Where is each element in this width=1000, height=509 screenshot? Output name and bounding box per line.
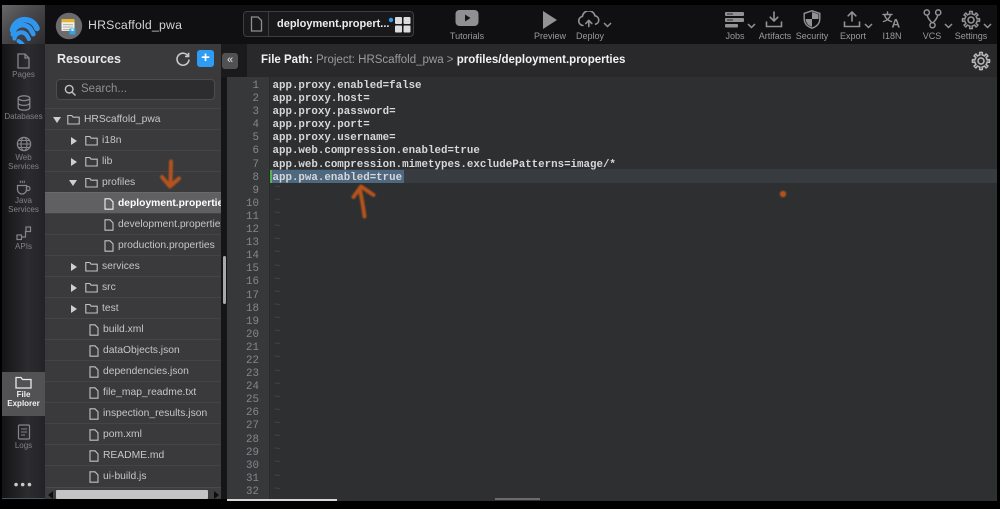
svg-text:A: A bbox=[892, 17, 901, 29]
